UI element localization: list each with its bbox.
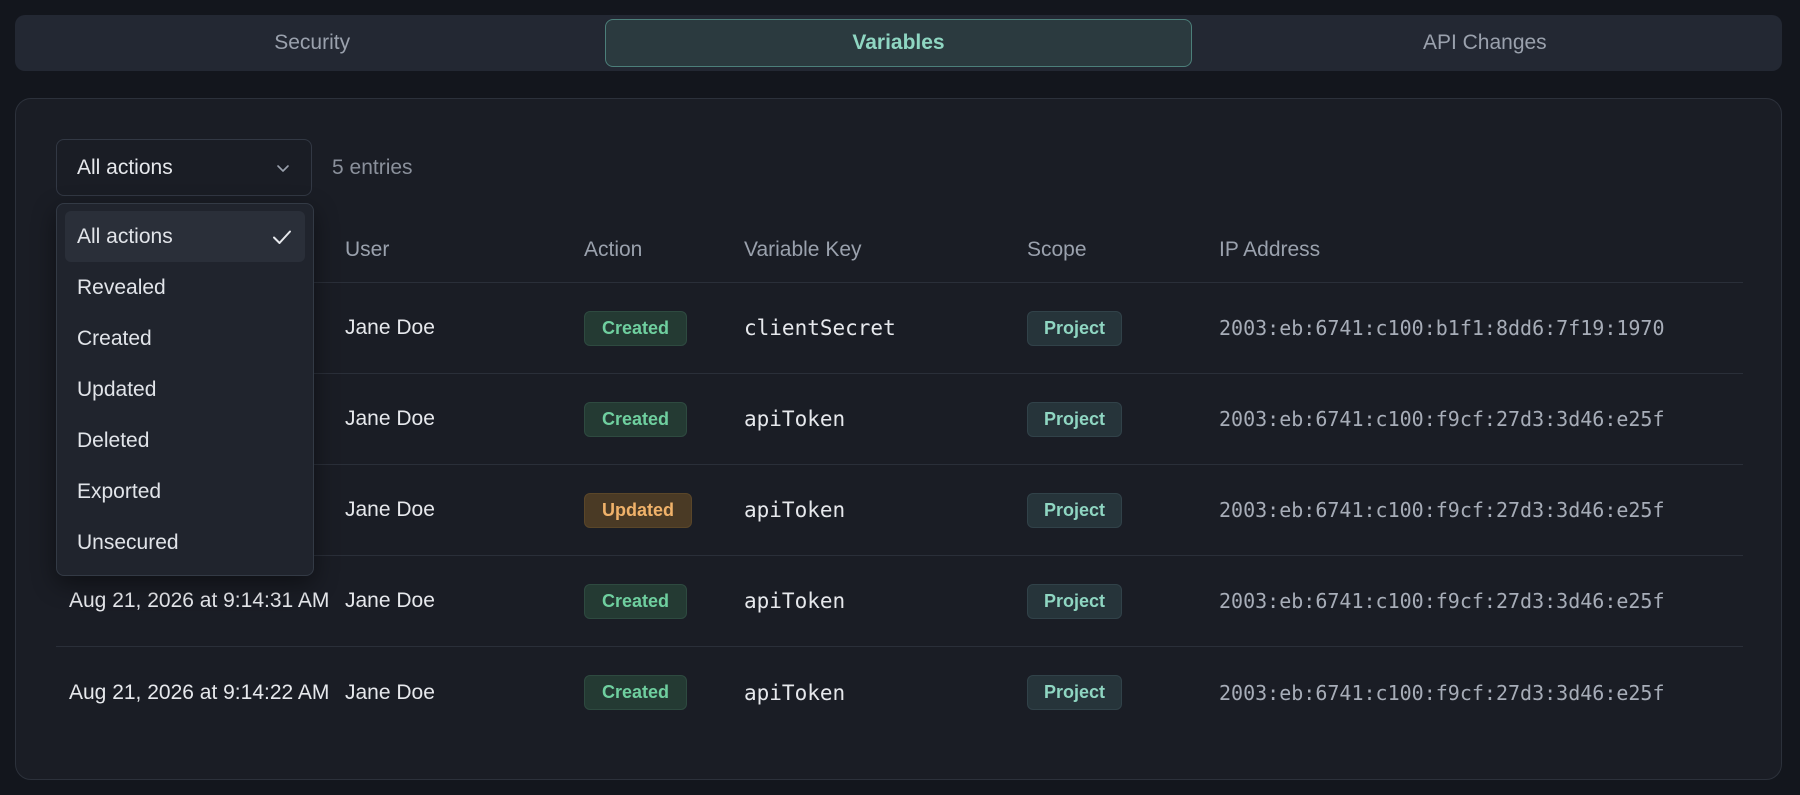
scope-badge: Project xyxy=(1027,583,1123,619)
row-ip: 2003:eb:6741:c100:f9cf:27d3:3d46:e25f xyxy=(1219,589,1665,613)
row-ip: 2003:eb:6741:c100:f9cf:27d3:3d46:e25f xyxy=(1219,680,1665,705)
scope-badge: Project xyxy=(1027,401,1123,437)
action-badge: Created xyxy=(584,583,688,619)
row-variable-key: apiToken xyxy=(744,589,846,613)
action-badge: Created xyxy=(584,310,688,346)
row-variable-key: apiToken xyxy=(744,680,846,705)
tab-security[interactable]: Security xyxy=(19,19,605,67)
row-user: Jane Doe xyxy=(345,680,435,704)
option-label: Deleted xyxy=(77,428,150,452)
option-label: Created xyxy=(77,326,152,350)
scope-badge: Project xyxy=(1027,310,1123,346)
row-user: Jane Doe xyxy=(345,589,435,612)
scope-badge: Project xyxy=(1027,492,1123,528)
option-label: Revealed xyxy=(77,275,166,299)
option-label: Updated xyxy=(77,377,157,401)
checkmark-icon xyxy=(273,230,291,244)
row-user: Jane Doe xyxy=(345,316,435,339)
table-row[interactable]: Aug 21, 2026 at 9:14:22 AM Jane Doe Crea… xyxy=(56,647,1743,738)
action-badge: Created xyxy=(584,401,688,437)
option-label: Unsecured xyxy=(77,530,179,554)
dropdown-option-exported[interactable]: Exported xyxy=(65,466,305,517)
chevron-down-icon xyxy=(277,164,289,172)
row-ip: 2003:eb:6741:c100:f9cf:27d3:3d46:e25f xyxy=(1219,498,1665,522)
header-ip: IP Address xyxy=(1219,237,1321,261)
row-variable-key: apiToken xyxy=(744,407,846,431)
dropdown-option-revealed[interactable]: Revealed xyxy=(65,262,305,313)
tab-api-changes[interactable]: API Changes xyxy=(1192,19,1778,67)
row-user: Jane Doe xyxy=(345,498,435,521)
dropdown-option-unsecured[interactable]: Unsecured xyxy=(65,517,305,568)
option-label: Exported xyxy=(77,479,162,503)
row-ip: 2003:eb:6741:c100:b1f1:8dd6:7f19:1970 xyxy=(1219,316,1665,340)
action-badge: Updated xyxy=(584,492,692,528)
action-filter-select[interactable]: All actions xyxy=(56,139,312,196)
header-user: User xyxy=(345,237,390,261)
toolbar: All actions 5 entries xyxy=(56,139,413,196)
tab-bar: Security Variables API Changes xyxy=(15,15,1782,71)
scope-badge: Project xyxy=(1027,675,1123,710)
dropdown-option-all-actions[interactable]: All actions xyxy=(65,211,305,262)
dropdown-option-created[interactable]: Created xyxy=(65,313,305,364)
header-action: Action xyxy=(584,237,643,261)
dropdown-option-updated[interactable]: Updated xyxy=(65,364,305,415)
row-time: Aug 21, 2026 at 9:14:31 AM xyxy=(69,589,330,612)
row-variable-key: clientSecret xyxy=(744,316,896,340)
option-label: All actions xyxy=(77,224,173,248)
action-badge: Created xyxy=(584,675,688,710)
tab-variables[interactable]: Variables xyxy=(605,19,1192,67)
row-variable-key: apiToken xyxy=(744,498,846,522)
header-variable-key: Variable Key xyxy=(744,237,862,261)
dropdown-option-deleted[interactable]: Deleted xyxy=(65,415,305,466)
row-ip: 2003:eb:6741:c100:f9cf:27d3:3d46:e25f xyxy=(1219,407,1665,431)
row-time: Aug 21, 2026 at 9:14:22 AM xyxy=(69,680,330,704)
header-scope: Scope xyxy=(1027,237,1087,261)
row-user: Jane Doe xyxy=(345,407,435,430)
action-filter-value: All actions xyxy=(77,155,173,179)
action-filter-dropdown: All actions Revealed Created Updated Del… xyxy=(56,203,314,576)
entries-count: 5 entries xyxy=(332,155,413,179)
